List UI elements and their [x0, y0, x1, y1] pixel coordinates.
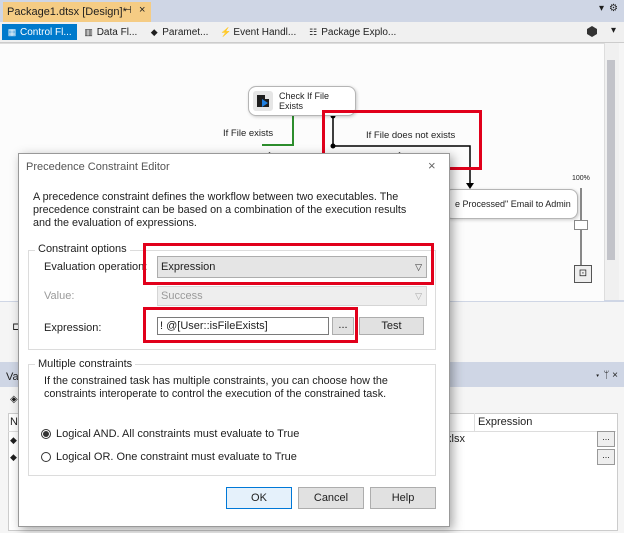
- add-variable-icon[interactable]: ◈: [10, 394, 18, 405]
- chevron-down-icon: ▽: [415, 290, 422, 301]
- expression-label: Expression:: [44, 322, 102, 334]
- document-tab[interactable]: Package1.dtsx [Design]* ⊣ ×: [3, 2, 151, 22]
- highlight-box: [143, 307, 358, 343]
- tab-control-flow[interactable]: ▦ Control Fl...: [2, 24, 77, 40]
- tab-event-handlers[interactable]: ⚡ Event Handl...: [215, 24, 301, 40]
- tab-label: Paramet...: [162, 26, 209, 38]
- group-title: Constraint options: [35, 243, 130, 255]
- tab-label: Event Handl...: [233, 26, 297, 38]
- parameters-icon: ◆: [150, 27, 158, 37]
- expression-ellipsis-button[interactable]: ...: [597, 431, 615, 447]
- highlight-box: [143, 243, 434, 285]
- chevron-down-icon[interactable]: ▾: [611, 25, 616, 36]
- cancel-button[interactable]: Cancel: [298, 487, 364, 509]
- tab-parameters[interactable]: ◆ Paramet...: [144, 24, 213, 40]
- logical-and-radio[interactable]: [41, 429, 51, 439]
- value-label: Value:: [44, 290, 75, 302]
- ok-button[interactable]: OK: [226, 487, 292, 509]
- help-button[interactable]: Help: [370, 487, 436, 509]
- task-send-email[interactable]: e Processed" Email to Admin: [444, 189, 578, 219]
- tab-label: Control Fl...: [20, 26, 72, 38]
- tab-label: Package Explo...: [321, 26, 397, 38]
- logical-or-label[interactable]: Logical OR. One constraint must evaluate…: [56, 451, 297, 463]
- document-tab-title: Package1.dtsx [Design]*: [7, 6, 127, 18]
- column-divider: [474, 413, 475, 431]
- test-button[interactable]: Test: [359, 317, 424, 335]
- task-name: Check If File Exists: [279, 91, 330, 111]
- tab-data-flow[interactable]: ▥ Data Fl...: [79, 24, 143, 40]
- pane-buttons[interactable]: ▾ ᛘ ×: [595, 370, 618, 381]
- variable-row-icon: ◆: [10, 452, 17, 462]
- multiple-constraints-description: If the constrained task has multiple con…: [44, 375, 388, 400]
- value-select[interactable]: Success ▽: [157, 286, 427, 306]
- dialog-title: Precedence Constraint Editor: [26, 161, 170, 173]
- logical-or-radio[interactable]: [41, 452, 51, 462]
- header-expression: Expression: [478, 416, 533, 428]
- tab-package-explorer[interactable]: ☷ Package Explo...: [303, 24, 401, 40]
- script-task-icon: [253, 91, 273, 111]
- close-icon[interactable]: ×: [428, 158, 436, 173]
- constraint-label-exists: If File exists: [223, 128, 274, 139]
- expression-ellipsis-button[interactable]: ...: [597, 449, 615, 465]
- designer-tabs: ▦ Control Fl... ▥ Data Fl... ◆ Paramet..…: [0, 22, 624, 43]
- logical-and-label[interactable]: Logical AND. All constraints must evalua…: [56, 428, 299, 440]
- dialog-description: A precedence constraint defines the work…: [33, 191, 407, 229]
- zoom-label: 100%: [572, 175, 590, 182]
- package-icon[interactable]: [586, 25, 598, 37]
- tab-label: Data Fl...: [96, 26, 138, 38]
- evaluation-operation-label: Evaluation operation:: [44, 261, 148, 273]
- event-handlers-icon: ⚡: [220, 27, 232, 37]
- tab-menu-icon[interactable]: ▾: [599, 3, 604, 14]
- data-flow-icon: ▥: [84, 27, 93, 37]
- task-name: e Processed" Email to Admin: [455, 199, 571, 209]
- pin-icon[interactable]: ⊣: [123, 5, 132, 16]
- close-icon[interactable]: ×: [139, 4, 145, 16]
- group-title: Multiple constraints: [35, 358, 136, 370]
- control-flow-icon: ▦: [7, 27, 17, 37]
- variable-row-icon: ◆: [10, 435, 17, 445]
- selected-value: Success: [161, 290, 203, 302]
- gear-icon[interactable]: ⚙: [609, 3, 618, 14]
- zoom-slider-thumb[interactable]: [574, 220, 588, 230]
- package-explorer-icon: ☷: [309, 27, 318, 37]
- scrollbar-thumb[interactable]: [607, 60, 615, 260]
- zoom-to-fit-icon[interactable]: ⊡: [574, 265, 592, 283]
